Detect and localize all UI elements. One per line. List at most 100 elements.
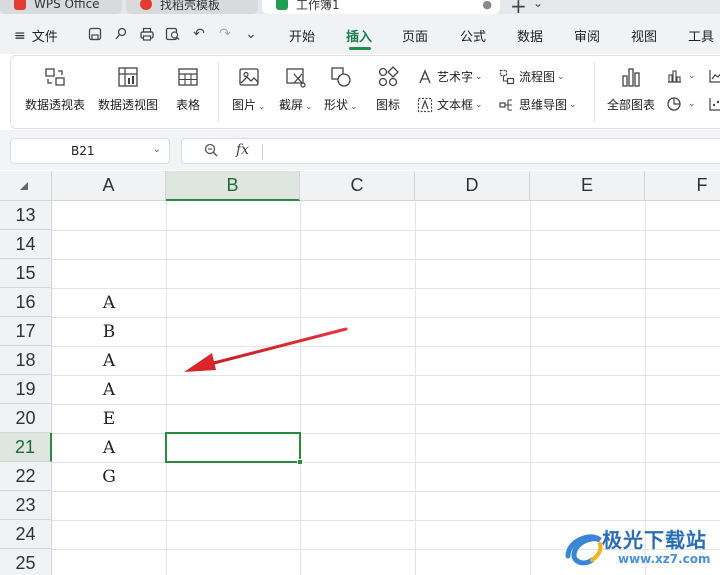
print-icon[interactable] (134, 25, 160, 43)
flowchart-button[interactable]: 流程图 ⌄ (499, 68, 565, 85)
chevron-down-icon[interactable]: ⌄ (153, 144, 161, 155)
watermark-swirl-icon (565, 534, 603, 566)
active-tab-indicator (349, 47, 371, 50)
tab-tools[interactable]: 工具 (688, 26, 714, 45)
column-header-E[interactable]: E (530, 171, 645, 201)
screenshot-label: 截屏 ⌄ (279, 98, 313, 112)
pivot-table-button[interactable]: 数据透视表 (25, 66, 85, 113)
tab-workbook[interactable]: 工作簿1 ● (262, 0, 500, 14)
cell-A20[interactable]: E (52, 404, 166, 433)
line-chart-dropdown[interactable] (708, 68, 720, 84)
zoom-icon[interactable] (204, 143, 218, 161)
row-header-17[interactable]: 17 (0, 317, 52, 346)
redo-icon[interactable]: ↷ (212, 25, 238, 43)
pie-chart-icon (666, 96, 682, 112)
select-all-corner[interactable] (0, 171, 52, 201)
grid-line (530, 201, 531, 575)
text-box-label: 文本框 (437, 98, 474, 112)
chevron-down-icon[interactable]: ⌄ (533, 0, 543, 10)
tab-view[interactable]: 视图 (631, 26, 657, 45)
cell-A19[interactable]: A (52, 375, 166, 404)
cell-A18[interactable]: A (52, 346, 166, 375)
row-header-18[interactable]: 18 (0, 346, 52, 375)
row-header-25[interactable]: 25 (0, 549, 52, 575)
file-menu[interactable]: ≡ 文件 (14, 26, 58, 46)
art-text-label: 艺术字 (437, 70, 474, 84)
cell-A21[interactable]: A (52, 433, 166, 462)
print-preview-icon[interactable] (160, 25, 186, 43)
new-tab-button[interactable]: + (510, 0, 527, 14)
tab-template[interactable]: 找稻壳模板 (126, 0, 258, 14)
formula-bar-area: B21 ⌄ fx (0, 130, 720, 170)
format-painter-icon[interactable] (108, 25, 134, 43)
tab-wps-office[interactable]: WPS Office (0, 0, 122, 14)
flowchart-label: 流程图 (519, 70, 556, 84)
column-chart-dropdown[interactable]: ⌄ (666, 68, 696, 84)
table-button[interactable]: 表格 (176, 66, 200, 113)
line-chart-icon (708, 68, 720, 84)
pie-chart-dropdown[interactable]: ⌄ (666, 96, 696, 112)
pivot-table-label: 数据透视表 (25, 98, 86, 112)
active-cell-B21[interactable] (165, 432, 301, 463)
mind-map-button[interactable]: 思维导图 ⌄ (499, 96, 577, 113)
table-label: 表格 (176, 98, 201, 112)
tab-home[interactable]: 开始 (289, 26, 315, 45)
save-icon[interactable] (82, 25, 108, 43)
undo-icon[interactable]: ↶ (186, 25, 212, 43)
tab-formula[interactable]: 公式 (460, 26, 486, 45)
fx-icon[interactable]: fx (236, 142, 249, 158)
text-box-button[interactable]: 文本框 ⌄ (417, 96, 483, 113)
row-header-20[interactable]: 20 (0, 404, 52, 433)
cell-A22[interactable]: G (52, 462, 166, 491)
icons-grid-icon (377, 66, 399, 88)
tab-review[interactable]: 审阅 (574, 26, 600, 45)
text-box-icon (417, 97, 433, 113)
fill-handle[interactable] (297, 459, 303, 465)
scatter-chart-dropdown[interactable] (708, 96, 720, 112)
row-header-14[interactable]: 14 (0, 230, 52, 259)
shape-button[interactable]: 形状 ⌄ (324, 66, 358, 113)
grid-line (415, 201, 416, 575)
template-icon (140, 0, 152, 10)
more-chevron-icon[interactable]: ⌄ (238, 25, 264, 43)
tab-data[interactable]: 数据 (517, 26, 543, 45)
watermark-logo: 极光下载站 www.xz7.com (562, 520, 720, 575)
all-charts-button[interactable]: 全部图表 (607, 66, 655, 113)
row-header-19[interactable]: 19 (0, 375, 52, 404)
formula-input[interactable]: fx (181, 138, 720, 164)
spreadsheet-icon (276, 0, 288, 10)
column-header-F[interactable]: F (645, 171, 720, 201)
row-header-22[interactable]: 22 (0, 462, 52, 491)
column-header-A[interactable]: A (52, 171, 166, 201)
picture-button[interactable]: 图片 ⌄ (232, 66, 266, 113)
row-header-24[interactable]: 24 (0, 520, 52, 549)
row-header-21[interactable]: 21 (0, 433, 52, 462)
cell-A16[interactable]: A (52, 288, 166, 317)
ribbon-separator (218, 62, 219, 122)
row-header-23[interactable]: 23 (0, 491, 52, 520)
mind-map-label: 思维导图 (519, 98, 568, 112)
screenshot-button[interactable]: 截屏 ⌄ (279, 66, 313, 113)
column-header-B[interactable]: B (166, 171, 300, 201)
tab-page[interactable]: 页面 (402, 26, 428, 45)
ribbon-separator (594, 62, 595, 122)
name-box[interactable]: B21 ⌄ (10, 138, 170, 164)
column-header-C[interactable]: C (300, 171, 415, 201)
icon-button[interactable]: 图标 (376, 66, 400, 113)
red-arrow-annotation (184, 327, 348, 372)
row-header-15[interactable]: 15 (0, 259, 52, 288)
scissors-icon (285, 66, 307, 88)
pivot-chart-button[interactable]: 数据透视图 (98, 66, 158, 113)
watermark-name: 极光下载站 (602, 528, 707, 552)
row-header-13[interactable]: 13 (0, 201, 52, 230)
formula-divider (262, 144, 263, 160)
picture-label: 图片 ⌄ (232, 98, 266, 112)
close-icon[interactable]: ● (482, 0, 492, 11)
scatter-chart-icon (708, 96, 720, 112)
pivot-table-icon (44, 66, 66, 88)
tab-insert[interactable]: 插入 (346, 26, 372, 45)
column-header-D[interactable]: D (415, 171, 530, 201)
cell-A17[interactable]: B (52, 317, 166, 346)
row-header-16[interactable]: 16 (0, 288, 52, 317)
art-text-button[interactable]: 艺术字 ⌄ (417, 68, 483, 85)
